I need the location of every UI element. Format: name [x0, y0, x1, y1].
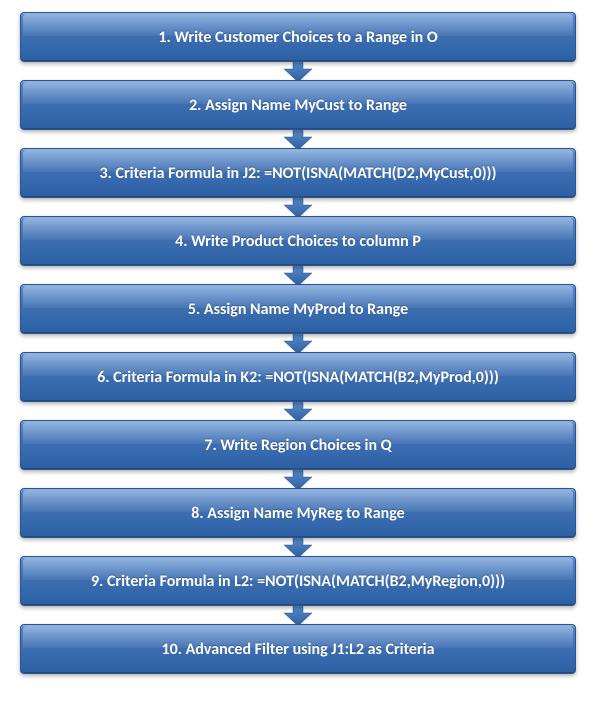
- flow-step-1: 1. Write Customer Choices to a Range in …: [20, 12, 576, 62]
- down-arrow-icon: [284, 536, 312, 558]
- flow-step-3: 3. Criteria Formula in J2: =NOT(ISNA(MAT…: [20, 148, 576, 198]
- down-arrow-icon: [284, 264, 312, 286]
- step-label: 5. Assign Name MyProd to Range: [188, 300, 408, 319]
- down-arrow-icon: [284, 332, 312, 354]
- flow-step-8: 8. Assign Name MyReg to Range: [20, 488, 576, 538]
- step-label: 4. Write Product Choices to column P: [175, 232, 421, 251]
- down-arrow-icon: [284, 196, 312, 218]
- flow-step-10: 10. Advanced Filter using J1:L2 as Crite…: [20, 624, 576, 674]
- step-label: 8. Assign Name MyReg to Range: [191, 504, 404, 523]
- down-arrow-icon: [284, 400, 312, 422]
- flow-arrow: [283, 333, 313, 353]
- flow-step-4: 4. Write Product Choices to column P: [20, 216, 576, 266]
- flow-arrow: [283, 129, 313, 149]
- step-label: 6. Criteria Formula in K2: =NOT(ISNA(MAT…: [97, 368, 499, 387]
- flow-step-9: 9. Criteria Formula in L2: =NOT(ISNA(MAT…: [20, 556, 576, 606]
- down-arrow-icon: [284, 604, 312, 626]
- step-label: 7. Write Region Choices in Q: [204, 436, 391, 455]
- flow-arrow: [283, 197, 313, 217]
- flow-arrow: [283, 265, 313, 285]
- down-arrow-icon: [284, 128, 312, 150]
- flow-arrow: [283, 605, 313, 625]
- step-label: 9. Criteria Formula in L2: =NOT(ISNA(MAT…: [91, 572, 505, 591]
- step-label: 1. Write Customer Choices to a Range in …: [158, 28, 437, 47]
- step-label: 10. Advanced Filter using J1:L2 as Crite…: [162, 640, 435, 659]
- flow-arrow: [283, 401, 313, 421]
- flow-step-5: 5. Assign Name MyProd to Range: [20, 284, 576, 334]
- step-label: 2. Assign Name MyCust to Range: [189, 96, 407, 115]
- flow-step-6: 6. Criteria Formula in K2: =NOT(ISNA(MAT…: [20, 352, 576, 402]
- flow-step-2: 2. Assign Name MyCust to Range: [20, 80, 576, 130]
- flow-arrow: [283, 61, 313, 81]
- flow-arrow: [283, 469, 313, 489]
- step-label: 3. Criteria Formula in J2: =NOT(ISNA(MAT…: [99, 164, 496, 183]
- down-arrow-icon: [284, 468, 312, 490]
- flow-arrow: [283, 537, 313, 557]
- flow-step-7: 7. Write Region Choices in Q: [20, 420, 576, 470]
- down-arrow-icon: [284, 60, 312, 82]
